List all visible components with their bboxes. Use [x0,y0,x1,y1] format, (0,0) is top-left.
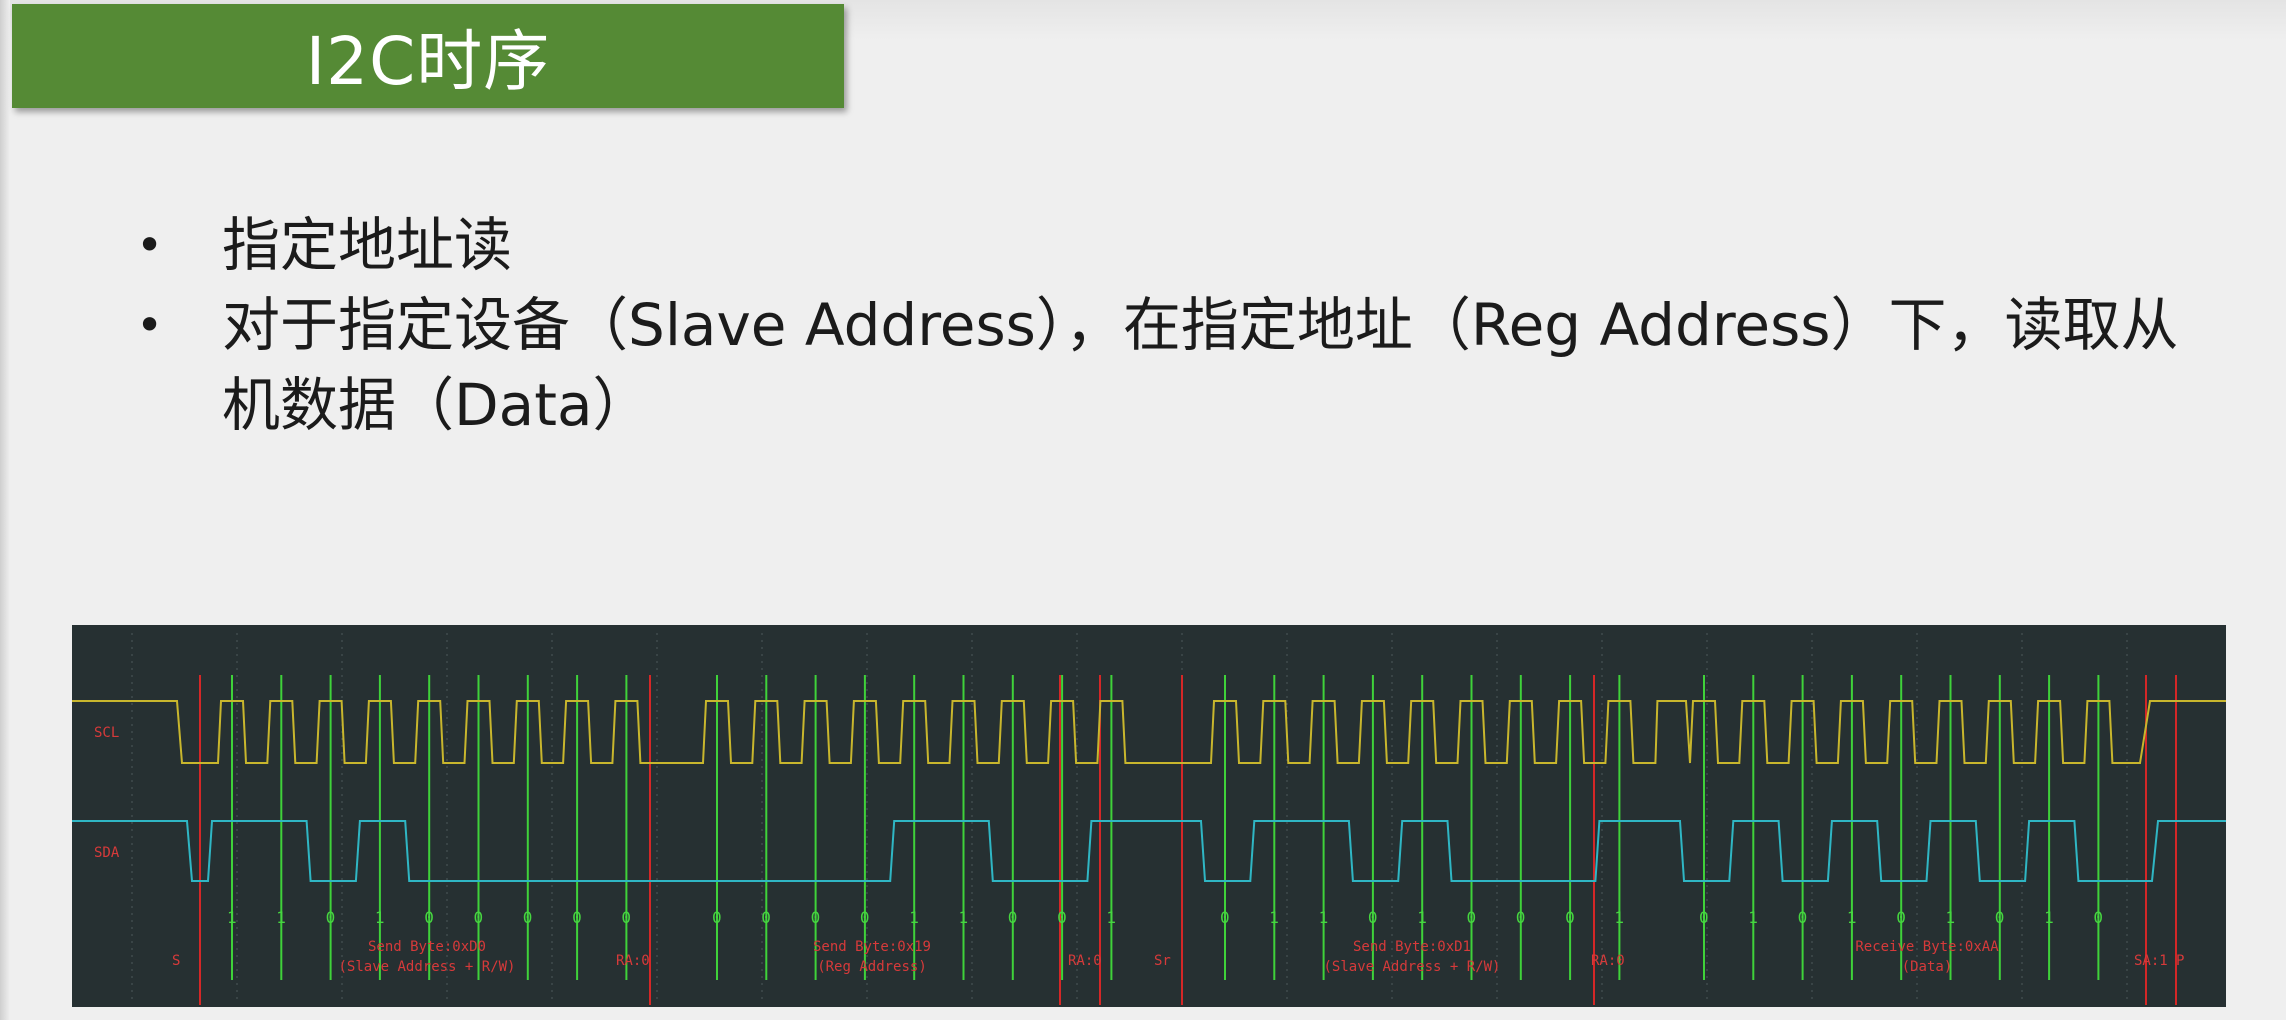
bit-label: 0 [1896,908,1906,927]
bit-label: 0 [1516,908,1526,927]
segment-title: Send Byte:0xD0 [368,939,486,955]
bit-label: 1 [1946,908,1956,927]
segment-subtitle: (Reg Address) [817,959,927,975]
bit-label: 1 [1614,908,1624,927]
bit-label: 0 [1798,908,1808,927]
bullet-item: • 指定地址读 [130,205,2180,285]
sda-trace [72,820,2226,882]
bit-label: 0 [811,908,821,927]
bullet-list: • 指定地址读 • 对于指定设备（Slave Address），在指定地址（Re… [130,205,2180,445]
segment-title: Send Byte:0x19 [813,939,931,955]
slide-left-edge [0,0,10,1020]
bit-label: 1 [1269,908,1279,927]
bit-label: 0 [761,908,771,927]
waveform-canvas: SCL SDA 1 1 0 1 0 0 0 0 0 0 0 0 0 1 1 0 0 1 0 1 1 0 1 0 0 0 1 0 1 0 1 0… [72,633,2226,1005]
scl-trace [72,700,2226,764]
bit-label: 1 [1106,908,1116,927]
bit-label: 0 [1699,908,1709,927]
bit-label: 0 [621,908,631,927]
logic-analyzer-waveform: SCL SDA 1 1 0 1 0 0 0 0 0 0 0 0 0 1 1 0 0 1 0 1 1 0 1 0 0 0 1 0 1 0 1 0… [72,625,2226,1007]
bit-label: 1 [1748,908,1758,927]
segment-tag: P [2176,953,2184,969]
segment-title: Send Byte:0xD1 [1353,939,1471,955]
bit-label: 1 [227,908,237,927]
bullet-item: • 对于指定设备（Slave Address），在指定地址（Reg Addres… [130,285,2180,445]
bit-label: 0 [523,908,533,927]
segment-tag: SA:1 [2134,953,2168,969]
bit-label: 1 [375,908,385,927]
bit-label: 1 [1319,908,1329,927]
bullet-dot-icon: • [136,218,164,272]
bit-label: 0 [1565,908,1575,927]
slide-title: I2C时序 [305,23,551,100]
bit-label: 0 [326,908,336,927]
segment-subtitle: (Slave Address + R/W) [338,959,515,975]
bit-label: 0 [474,908,484,927]
segment-tag: Sr [1154,953,1171,969]
segment-subtitle: (Slave Address + R/W) [1323,959,1500,975]
bit-label: 0 [1467,908,1477,927]
bit-label: 0 [860,908,870,927]
bit-label: 0 [1057,908,1067,927]
bit-label: 0 [1368,908,1378,927]
segment-tag: RA:0 [1068,953,1102,969]
bit-label: 0 [1008,908,1018,927]
slide-title-banner: I2C时序 [12,4,844,108]
bit-label: 1 [1847,908,1857,927]
bit-label: 1 [959,908,969,927]
bullet-dot-icon: • [136,298,164,352]
segment-tag: RA:0 [616,953,650,969]
bit-label: 0 [712,908,722,927]
signal-label-sda: SDA [94,845,120,861]
segment-tag: S [172,953,180,969]
segment-subtitle: (Data) [1902,959,1953,975]
segment-tag: RA:0 [1591,953,1625,969]
bit-label: 0 [424,908,434,927]
bit-label: 0 [1220,908,1230,927]
bit-label: 1 [909,908,919,927]
bit-label: 1 [276,908,286,927]
segment-title: Receive Byte:0xAA [1855,939,1999,955]
bullet-text: 指定地址读 [222,211,513,279]
bit-label: 1 [2044,908,2054,927]
bullet-text: 对于指定设备（Slave Address），在指定地址（Reg Address）… [222,291,2179,439]
bit-label: 0 [2093,908,2103,927]
bit-label: 1 [1417,908,1427,927]
bit-label: 0 [572,908,582,927]
bit-label: 0 [1995,908,2005,927]
signal-label-scl: SCL [94,725,119,741]
